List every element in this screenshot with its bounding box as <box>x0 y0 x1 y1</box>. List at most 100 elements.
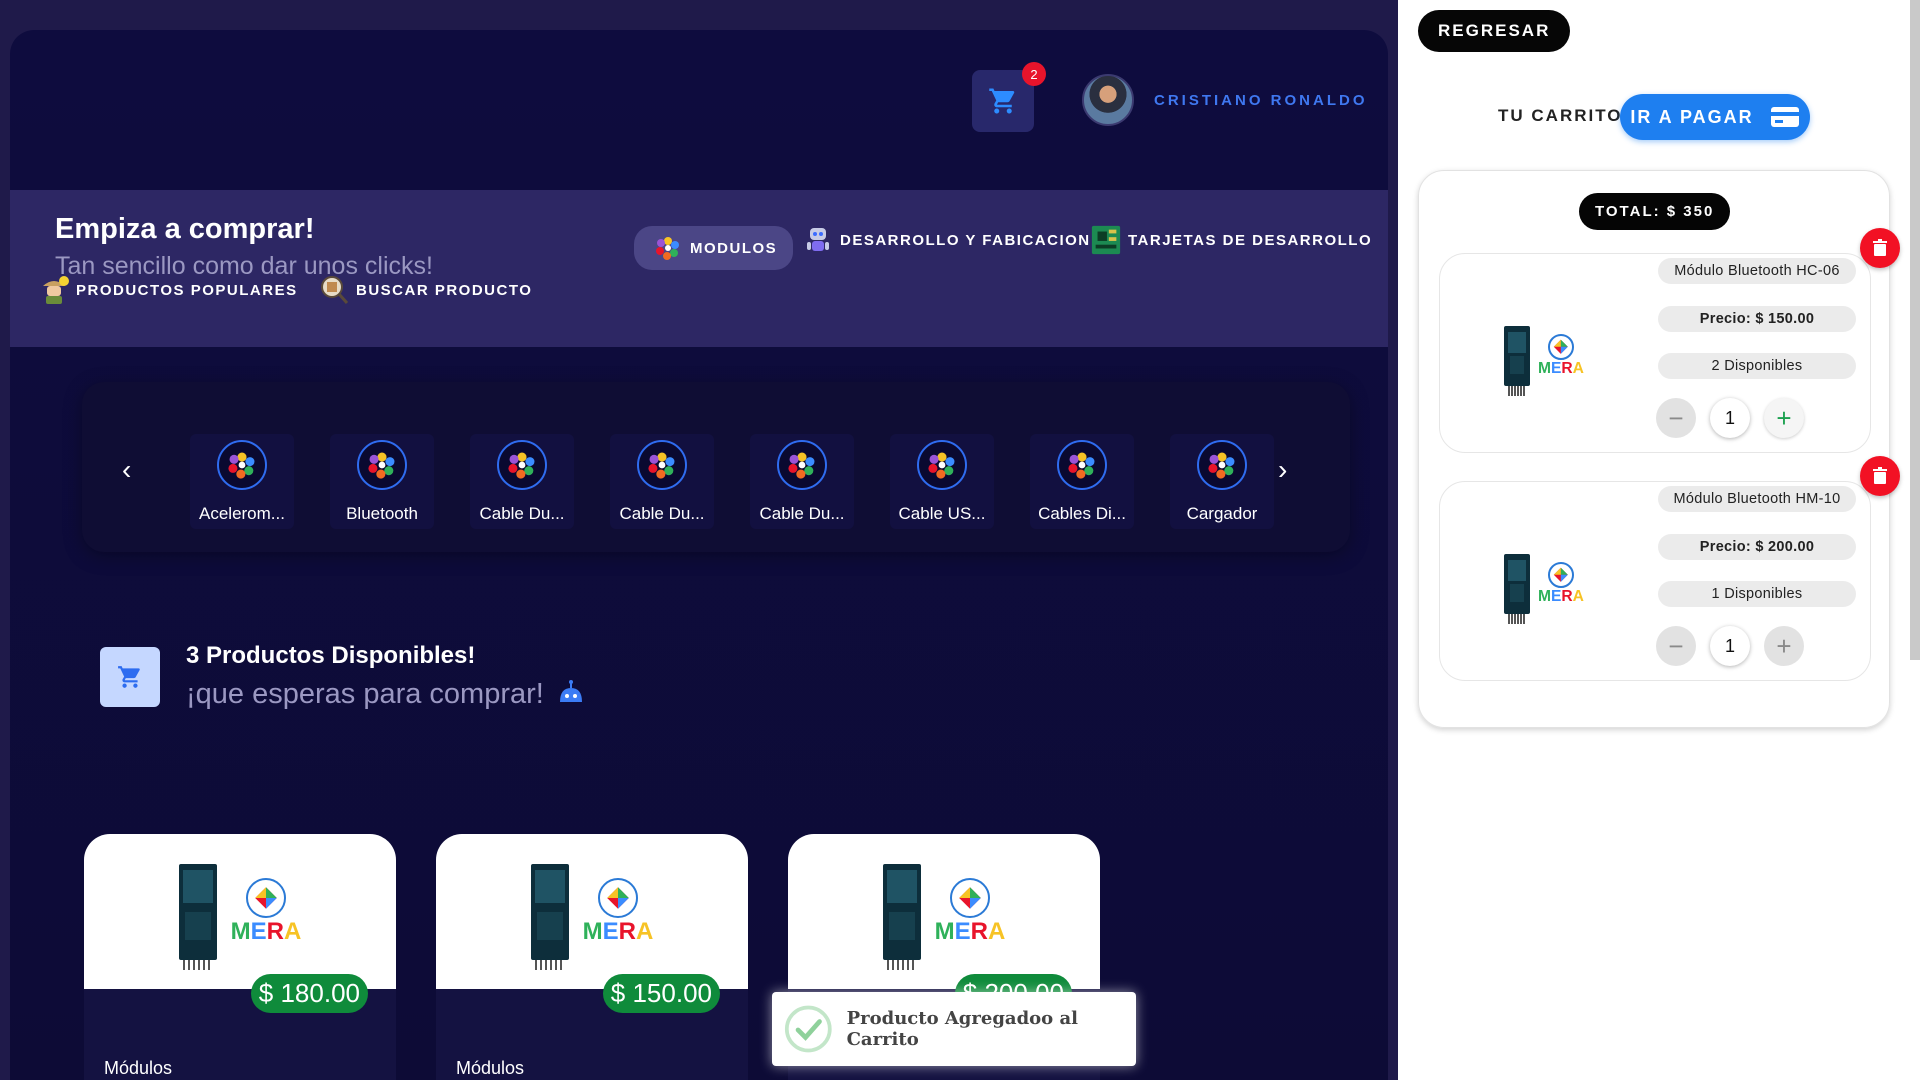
module-image <box>1504 326 1530 396</box>
category-label: Cable Du... <box>759 504 845 523</box>
cart-count-badge: 2 <box>1022 62 1046 86</box>
nav-buscar[interactable]: BUSCAR PRODUCTO <box>318 274 532 306</box>
quantity-stepper: −1 + <box>1656 626 1804 666</box>
nav-modulos[interactable]: MODULOS <box>634 226 794 270</box>
chevron-right-icon[interactable]: › <box>1278 454 1287 486</box>
category-item[interactable]: Cable Du... <box>470 434 574 529</box>
category-banner: Empiza a comprar! Tan sencillo como dar … <box>10 190 1388 347</box>
decrease-button[interactable]: − <box>1656 626 1696 666</box>
cart-item: MERA Módulo Bluetooth HM-10 Precio: $ 200.… <box>1439 456 1900 681</box>
module-image <box>882 863 921 970</box>
product-image: MERA <box>84 834 396 989</box>
category-item[interactable]: Bluetooth <box>330 434 434 529</box>
pay-label: IR A PAGAR <box>1630 106 1754 127</box>
product-image: MERA <box>788 834 1100 989</box>
increase-button[interactable]: + <box>1764 398 1804 438</box>
products-subtitle: ¡que esperas para comprar! <box>186 678 586 711</box>
category-item[interactable]: Cables Di... <box>1030 434 1134 529</box>
explorer-icon <box>38 274 70 306</box>
flower-icon <box>917 440 967 490</box>
cart-item-name: Módulo Bluetooth HM-10 <box>1658 486 1856 512</box>
cart-total: TOTAL: $ 350 <box>1579 193 1731 230</box>
nav-label: PRODUCTOS POPULARES <box>76 281 298 299</box>
nav-populares[interactable]: PRODUCTOS POPULARES <box>38 274 298 306</box>
module-image <box>178 863 217 970</box>
pay-button[interactable]: IR A PAGAR <box>1620 94 1810 140</box>
category-label: Cable Du... <box>479 504 565 523</box>
nav-tarjetas[interactable]: TARJETAS DE DESARROLLO <box>1090 224 1372 256</box>
category-carousel: ‹ Acelerom... Bluetooth Cable Du... Cable D… <box>82 382 1350 552</box>
category-item[interactable]: Cargador <box>1170 434 1274 529</box>
mera-logo: MERA <box>231 877 301 946</box>
category-label: Bluetooth <box>346 504 418 523</box>
avatar[interactable] <box>1082 74 1134 126</box>
product-card[interactable]: MERA$ 150.00MódulosMódulo Bluetooth HC- <box>436 834 748 1080</box>
cart-item-image: MERA <box>1504 544 1604 624</box>
shopping-cart-icon <box>118 666 140 688</box>
module-image <box>530 863 569 970</box>
product-category: Módulos <box>456 1058 525 1078</box>
product-price: $ 150.00 <box>602 974 720 1013</box>
cart-item-price: Precio: $ 200.00 <box>1658 534 1856 560</box>
flower-icon <box>1197 440 1247 490</box>
chevron-left-icon[interactable]: ‹ <box>122 454 131 486</box>
category-item[interactable]: Acelerom... <box>190 434 294 529</box>
nav-label: TARJETAS DE DESARROLLO <box>1128 231 1373 249</box>
nav-label: MODULOS <box>690 239 778 257</box>
circuit-board-icon <box>1090 224 1122 256</box>
decrease-button[interactable]: − <box>1656 398 1696 438</box>
category-label: Cable Du... <box>619 504 705 523</box>
toast-notification: Producto Agregadoo al Carrito <box>772 992 1136 1066</box>
flower-icon <box>1057 440 1107 490</box>
credit-card-icon <box>1770 107 1799 127</box>
products-subtitle-text: ¡que esperas para comprar! <box>186 678 544 710</box>
cart-title: TU CARRITO <box>1498 106 1623 125</box>
robot-icon <box>559 680 582 702</box>
flower-icon <box>652 232 684 264</box>
category-item[interactable]: Cable Du... <box>750 434 854 529</box>
user-name[interactable]: CRISTIANO RONALDO <box>1154 92 1368 109</box>
flower-icon <box>637 440 687 490</box>
trash-icon <box>1873 467 1887 484</box>
cart-item-stock: 1 Disponibles <box>1658 581 1856 607</box>
mera-logo: MERA <box>935 877 1005 946</box>
product-card[interactable]: MERA$ 180.00MódulosMódulo Bluetooth HC- <box>84 834 396 1080</box>
product-price: $ 180.00 <box>250 974 368 1013</box>
nav-desarrollo[interactable]: DESARROLLO Y FABICACION <box>802 224 1091 256</box>
back-button[interactable]: REGRESAR <box>1418 10 1571 52</box>
magnifier-box-icon <box>318 274 350 306</box>
flower-icon <box>357 440 407 490</box>
cart-item-name: Módulo Bluetooth HC-06 <box>1658 258 1856 284</box>
drawer-scrollbar[interactable] <box>1910 0 1920 660</box>
toast-text: Producto Agregadoo al Carrito <box>846 1008 1078 1050</box>
trash-icon <box>1873 239 1887 256</box>
flower-icon <box>777 440 827 490</box>
module-image <box>1504 554 1530 624</box>
quantity-value: 1 <box>1710 626 1750 666</box>
cart-button[interactable]: 2 <box>972 62 1046 132</box>
cart-drawer: REGRESAR TU CARRITO IR A PAGAR TOTAL: $ … <box>1398 0 1920 1080</box>
mera-logo: MERA <box>583 877 653 946</box>
main-panel: 2 CRISTIANO RONALDO Empiza a comprar! Ta… <box>10 30 1388 1080</box>
delete-item-button[interactable] <box>1860 228 1900 268</box>
main-area: 2 CRISTIANO RONALDO Empiza a comprar! Ta… <box>0 0 1398 1080</box>
category-label: Cargador <box>1186 504 1258 523</box>
robot-icon <box>802 224 834 256</box>
cart-item-stock: 2 Disponibles <box>1658 353 1856 379</box>
products-count: 3 Productos Disponibles! <box>186 642 476 669</box>
cart-icon-tile <box>100 647 160 707</box>
category-label: Cable US... <box>898 504 986 523</box>
cart-item-image: MERA <box>1504 316 1604 396</box>
category-item[interactable]: Cable US... <box>890 434 994 529</box>
check-circle-icon <box>784 1005 832 1053</box>
nav-label: BUSCAR PRODUCTO <box>356 281 533 299</box>
delete-item-button[interactable] <box>1860 456 1900 496</box>
category-item[interactable]: Cable Du... <box>610 434 714 529</box>
nav-label: DESARROLLO Y FABICACION <box>840 231 1091 249</box>
quantity-stepper: −1 + <box>1656 398 1804 438</box>
shopping-cart-icon <box>989 88 1015 114</box>
increase-button[interactable]: + <box>1764 626 1804 666</box>
category-label: Acelerom... <box>199 504 285 523</box>
cart-item-price: Precio: $ 150.00 <box>1658 306 1856 332</box>
flower-icon <box>497 440 547 490</box>
